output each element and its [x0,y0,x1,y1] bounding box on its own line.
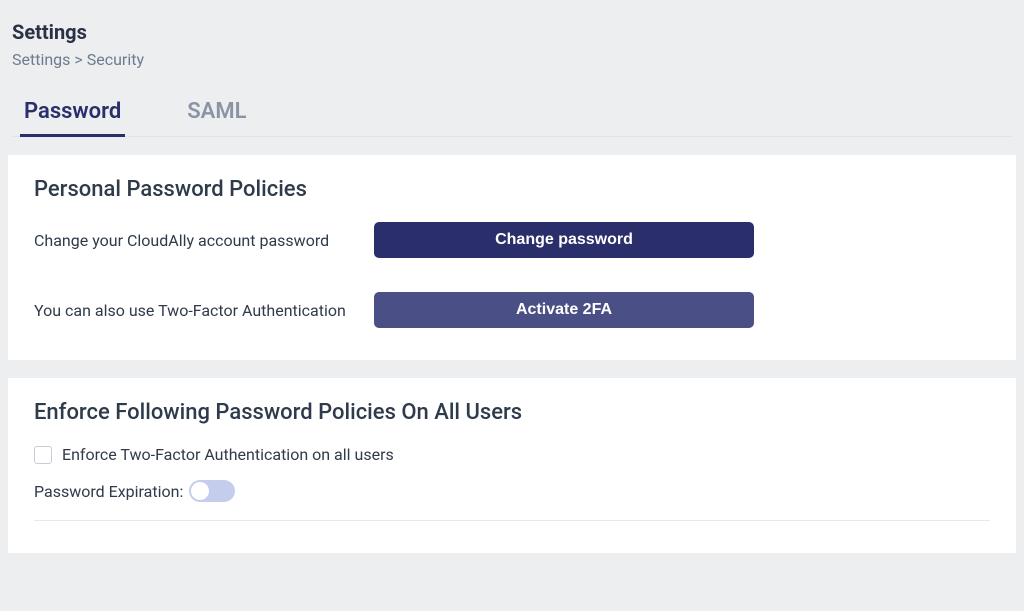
breadcrumb: Settings > Security [12,50,1012,69]
change-password-label: Change your CloudAlly account password [34,231,374,250]
enforce-2fa-row: Enforce Two-Factor Authentication on all… [34,445,990,464]
change-password-row: Change your CloudAlly account password C… [34,222,990,258]
password-expiration-toggle[interactable] [189,480,235,502]
enforce-policies-panel: Enforce Following Password Policies On A… [8,378,1016,553]
password-expiration-label: Password Expiration: [34,482,183,501]
enforce-2fa-label: Enforce Two-Factor Authentication on all… [62,445,394,464]
tab-saml[interactable]: SAML [183,91,250,137]
personal-section-title: Personal Password Policies [34,177,990,202]
toggle-knob [191,482,209,500]
change-password-button[interactable]: Change password [374,222,754,258]
enforce-2fa-checkbox[interactable] [34,446,52,464]
personal-password-policies-panel: Personal Password Policies Change your C… [8,155,1016,360]
page-title: Settings [12,20,1012,44]
activate-2fa-label: You can also use Two-Factor Authenticati… [34,301,374,320]
activate-2fa-row: You can also use Two-Factor Authenticati… [34,292,990,328]
tabs: Password SAML [12,91,1012,137]
tab-password[interactable]: Password [20,91,125,137]
activate-2fa-button[interactable]: Activate 2FA [374,292,754,328]
header-area: Settings Settings > Security Password SA… [0,0,1024,137]
password-expiration-row: Password Expiration: [34,480,990,521]
enforce-section-title: Enforce Following Password Policies On A… [34,400,990,425]
